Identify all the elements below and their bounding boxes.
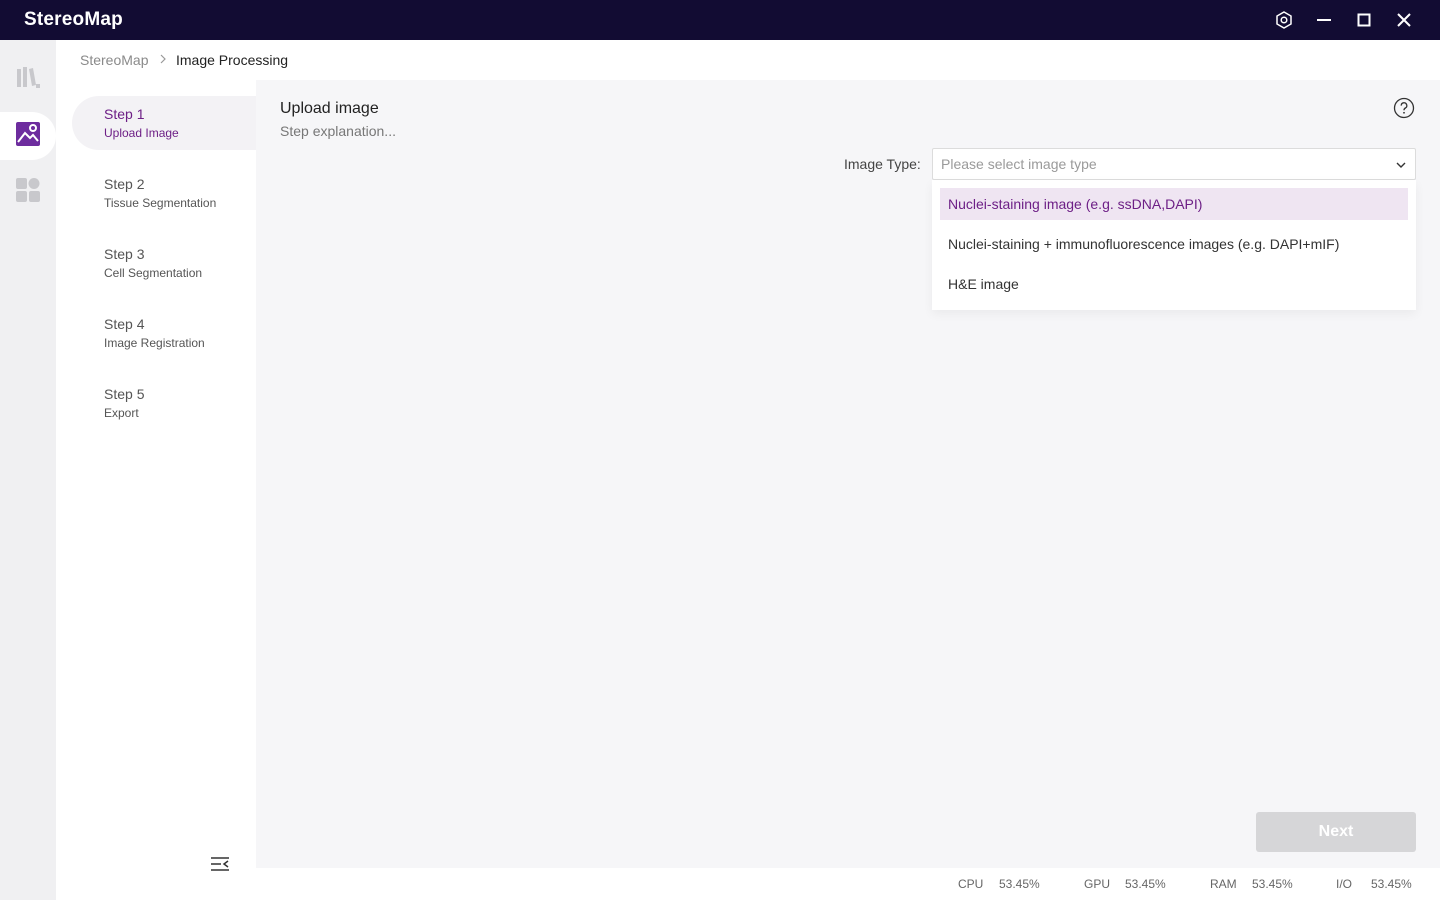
option-nuclei-staining[interactable]: Nuclei-staining image (e.g. ssDNA,DAPI) — [940, 188, 1408, 220]
nav-image-processing[interactable] — [0, 112, 56, 160]
step-name: Cell Segmentation — [104, 266, 203, 280]
step-name: Image Registration — [104, 336, 205, 350]
nav-map-library[interactable] — [0, 56, 56, 104]
collapse-menu-icon[interactable] — [210, 856, 230, 872]
close-icon[interactable] — [1392, 8, 1416, 32]
ram-value: 53.45% — [1252, 877, 1293, 891]
map-library-icon — [15, 65, 41, 96]
step-number: Step 2 — [104, 176, 145, 192]
step-tissue-segmentation[interactable]: Step 2 Tissue Segmentation — [72, 166, 256, 220]
gpu-label: GPU — [1084, 877, 1111, 891]
step-number: Step 5 — [104, 386, 145, 402]
gpu-value: 53.45% — [1125, 877, 1166, 891]
status-bar: CPU 53.45% GPU 53.45% RAM 53.45% I/O 53.… — [256, 868, 1440, 900]
steps-panel: Step 1 Upload Image Step 2 Tissue Segmen… — [56, 80, 256, 900]
title-bar: StereoMap — [0, 0, 1440, 40]
main-content: Upload image Step explanation... Image T… — [256, 80, 1440, 868]
step-export[interactable]: Step 5 Export — [72, 376, 256, 430]
next-button[interactable]: Next — [1256, 812, 1416, 852]
page-title: Upload image — [280, 100, 379, 117]
cpu-label: CPU — [958, 877, 984, 891]
option-nuclei-immunofluorescence[interactable]: Nuclei-staining + immunofluorescence ima… — [940, 228, 1408, 260]
step-name: Upload Image — [104, 126, 179, 140]
cpu-value: 53.45% — [999, 877, 1040, 891]
image-type-select[interactable]: Please select image type — [932, 148, 1416, 180]
maximize-icon[interactable] — [1352, 8, 1376, 32]
option-he-image[interactable]: H&E image — [940, 268, 1408, 300]
step-number: Step 3 — [104, 246, 145, 262]
app-title: StereoMap — [24, 9, 123, 30]
step-number: Step 1 — [104, 106, 145, 122]
breadcrumb-current: Image Processing — [176, 52, 289, 68]
settings-icon[interactable] — [1272, 8, 1296, 32]
breadcrumb-root[interactable]: StereoMap — [80, 52, 148, 68]
step-number: Step 4 — [104, 316, 145, 332]
step-upload-image[interactable]: Step 1 Upload Image — [72, 96, 256, 150]
nav-apps[interactable] — [0, 168, 56, 216]
select-placeholder: Please select image type — [941, 156, 1097, 172]
image-type-label: Image Type: — [844, 156, 921, 172]
minimize-icon[interactable] — [1312, 8, 1336, 32]
image-processing-icon — [15, 121, 41, 152]
step-name: Export — [104, 406, 139, 420]
grid-apps-icon — [15, 177, 41, 208]
question-circle-icon[interactable] — [1393, 97, 1415, 119]
image-type-dropdown: Nuclei-staining image (e.g. ssDNA,DAPI) … — [932, 180, 1416, 310]
io-value: 53.45% — [1371, 877, 1412, 891]
left-nav-rail — [0, 40, 56, 900]
step-image-registration[interactable]: Step 4 Image Registration — [72, 306, 256, 360]
step-name: Tissue Segmentation — [104, 196, 217, 210]
breadcrumb: StereoMap Image Processing — [56, 40, 1440, 80]
chevron-down-icon — [1395, 158, 1407, 176]
io-label: I/O — [1336, 877, 1353, 891]
step-cell-segmentation[interactable]: Step 3 Cell Segmentation — [72, 236, 256, 290]
page-subtitle: Step explanation... — [280, 123, 396, 139]
chevron-right-icon — [158, 52, 168, 71]
ram-label: RAM — [1210, 877, 1237, 891]
